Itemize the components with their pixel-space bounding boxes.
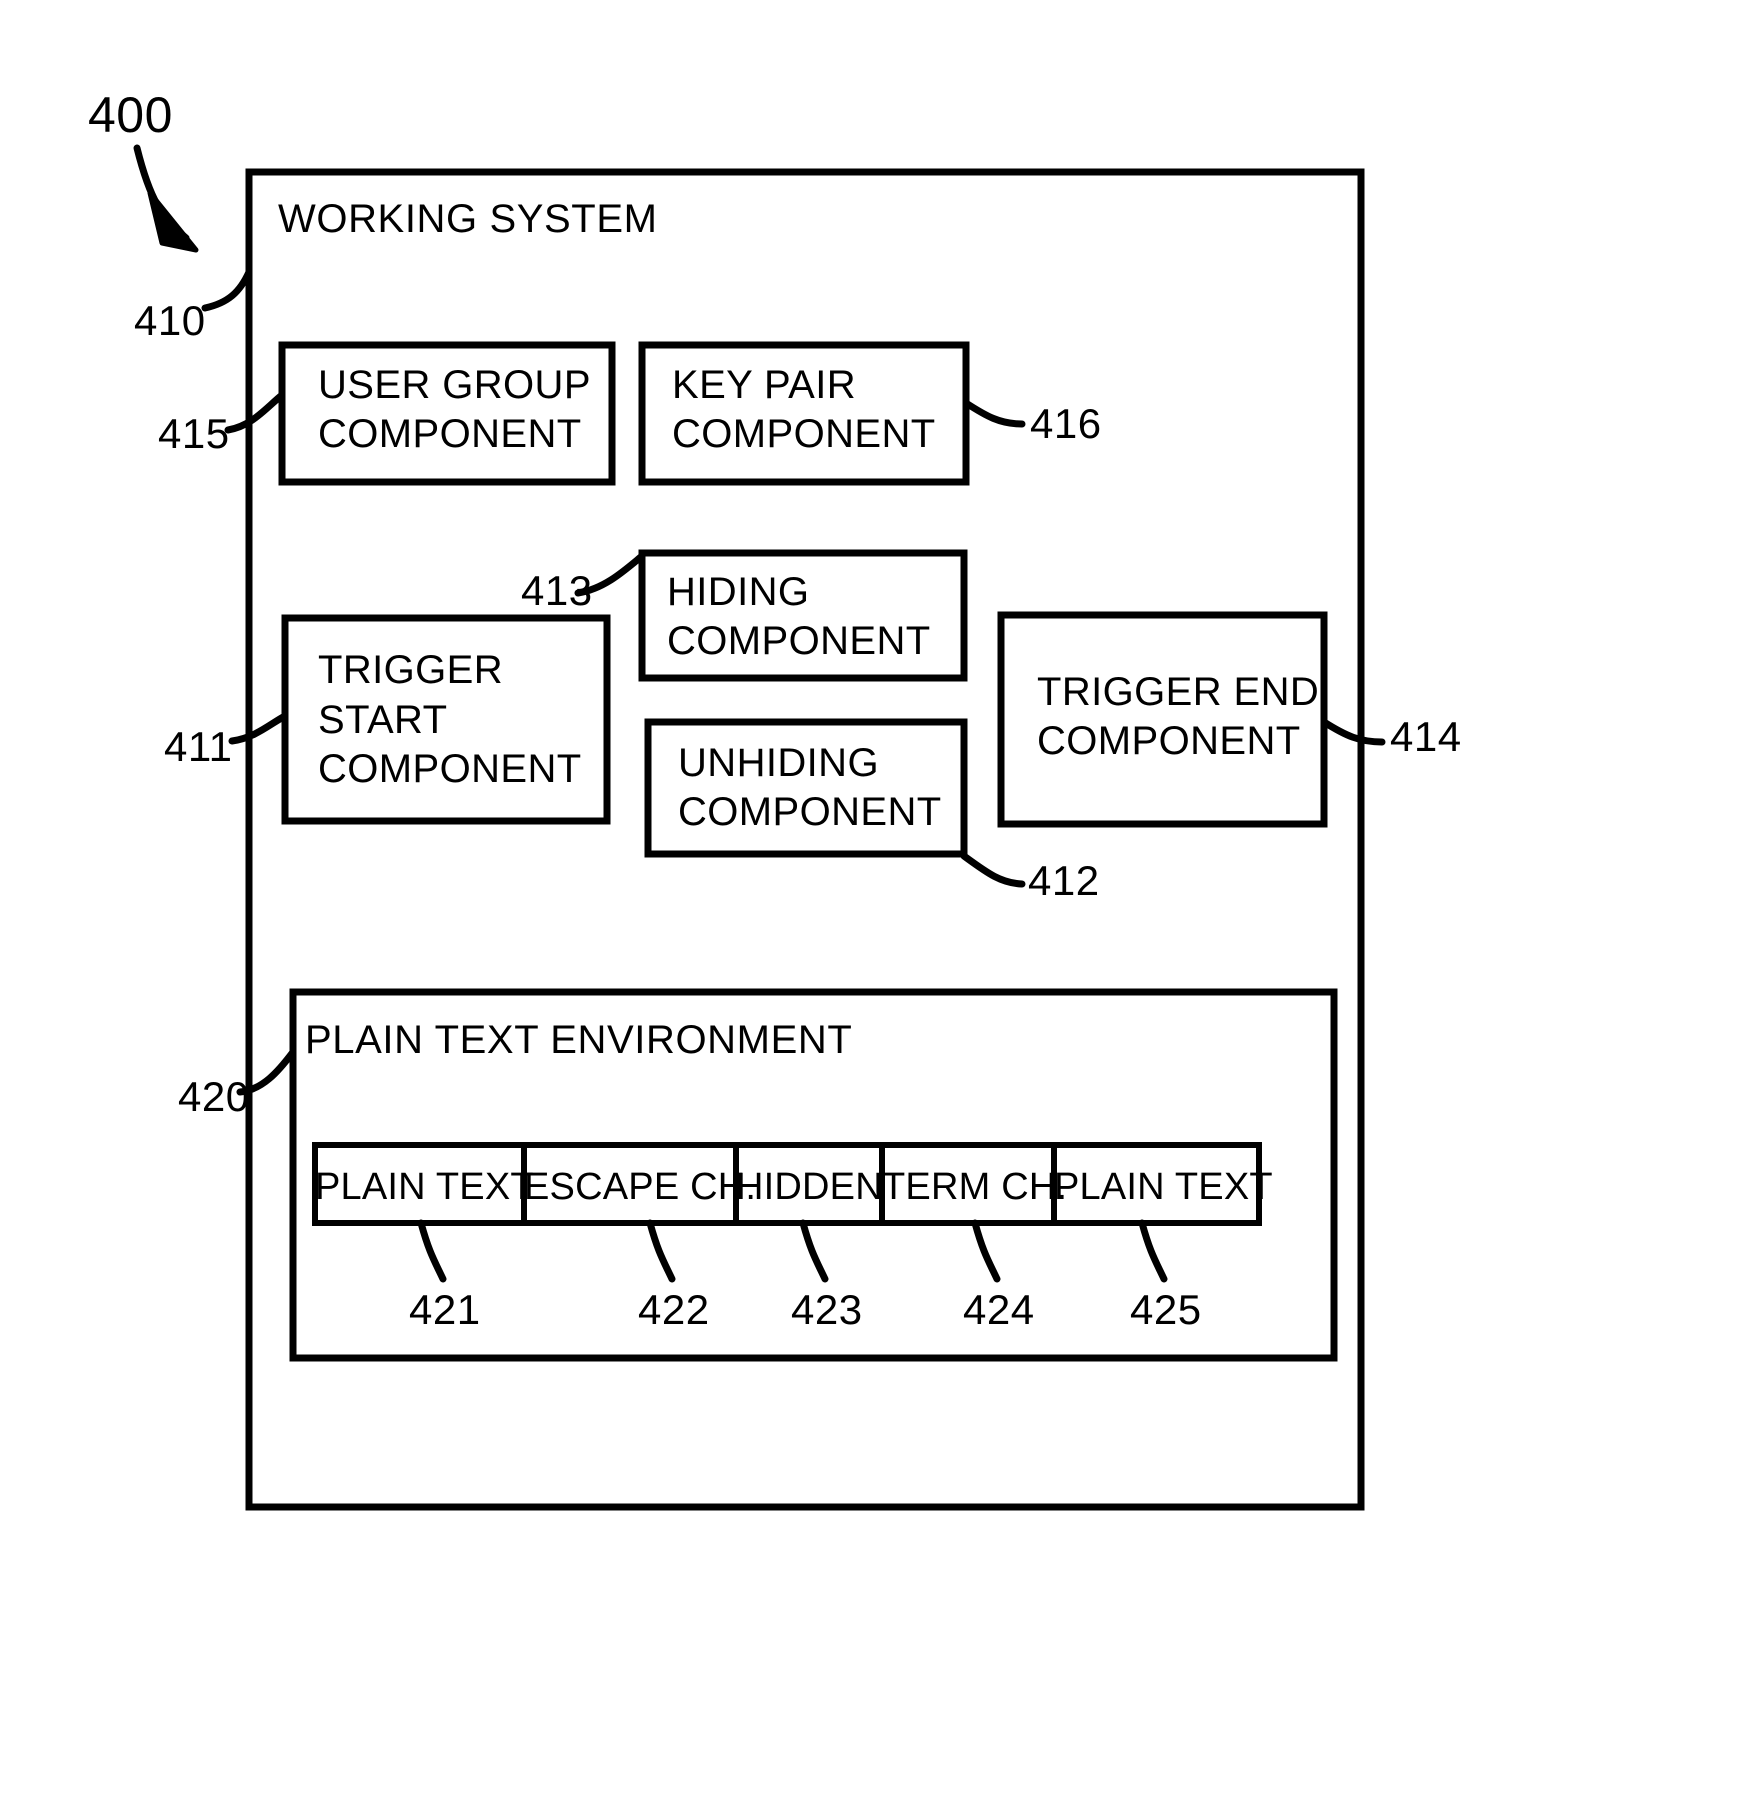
ref-425: 425	[1130, 1286, 1202, 1333]
ref-420: 420	[178, 1073, 250, 1120]
ref-415: 415	[158, 410, 230, 457]
ref-423: 423	[791, 1286, 863, 1333]
segment-cell-escape-ch: ESCAPE CH.	[524, 1166, 757, 1208]
trigger-start-component-label-line1: TRIGGER	[318, 648, 504, 692]
ref-410: 410	[134, 297, 206, 344]
ref-412: 412	[1028, 857, 1100, 904]
ref-421: 421	[409, 1286, 481, 1333]
leader-416	[962, 399, 1026, 428]
trigger-start-component-label-line2: START	[318, 698, 448, 742]
user-group-component-label-line2: COMPONENT	[318, 412, 582, 456]
key-pair-component-label-line1: KEY PAIR	[672, 363, 857, 407]
hiding-component-label-line2: COMPONENT	[667, 619, 931, 663]
leader-412	[960, 852, 1026, 888]
leader-411	[228, 712, 289, 745]
figure-number: 400	[88, 87, 173, 143]
leader-424	[971, 1219, 1001, 1283]
leader-421	[417, 1219, 447, 1283]
leader-414	[1320, 718, 1386, 746]
leader-415	[224, 391, 286, 434]
segment-cell-hidden: HIDDEN	[736, 1166, 883, 1208]
segment-cell-term-ch: TERM CH.	[882, 1166, 1068, 1208]
trigger-end-component-label-line1: TRIGGER END	[1037, 670, 1320, 714]
ref-422: 422	[638, 1286, 710, 1333]
segment-cell-plain-text-2: PLAIN TEXT	[1054, 1166, 1273, 1208]
ref-414: 414	[1390, 713, 1462, 760]
leader-410	[201, 268, 253, 312]
trigger-end-component-label-line2: COMPONENT	[1037, 719, 1301, 763]
trigger-start-component-label-line3: COMPONENT	[318, 747, 582, 791]
ref-413: 413	[521, 567, 593, 614]
user-group-component-label-line1: USER GROUP	[318, 363, 591, 407]
figure-linework	[133, 144, 1386, 1511]
figure-number-arrow	[133, 144, 199, 253]
key-pair-component-label-line2: COMPONENT	[672, 412, 936, 456]
unhiding-component-label-line1: UNHIDING	[678, 741, 879, 785]
plain-text-environment-title: PLAIN TEXT ENVIRONMENT	[305, 1018, 853, 1062]
hiding-component-label-line1: HIDING	[667, 570, 810, 614]
ref-424: 424	[963, 1286, 1035, 1333]
leader-422	[646, 1219, 676, 1283]
segment-cell-plain-text-1: PLAIN TEXT	[315, 1166, 534, 1208]
leader-425	[1138, 1219, 1168, 1283]
working-system-title: WORKING SYSTEM	[278, 197, 658, 241]
patent-figure-400: 400 WORKING SYSTEM 410 415 USER GROUP CO…	[0, 0, 1756, 1797]
unhiding-component-label-line2: COMPONENT	[678, 790, 942, 834]
ref-411: 411	[164, 723, 233, 770]
leader-423	[799, 1219, 829, 1283]
ref-416: 416	[1030, 400, 1102, 447]
